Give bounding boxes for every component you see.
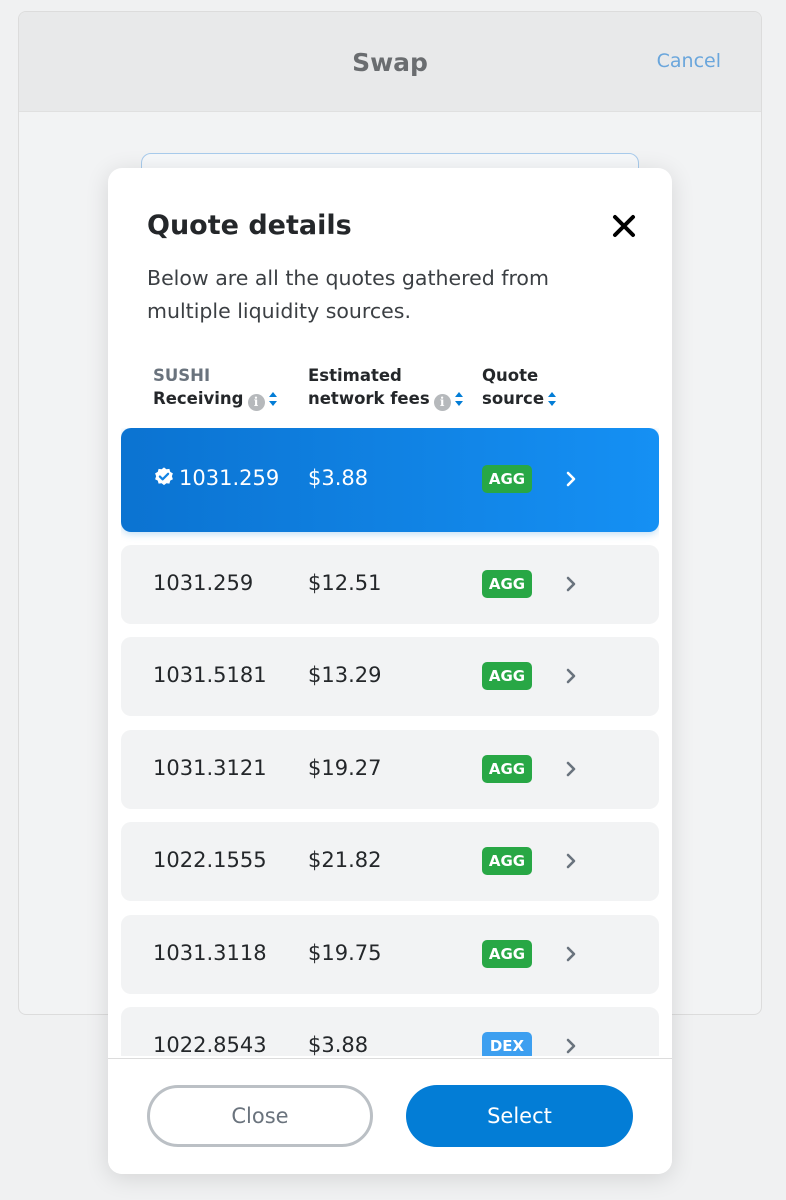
chevron-right-icon [566,946,576,962]
close-button[interactable]: Close [147,1085,373,1147]
cancel-link[interactable]: Cancel [657,50,721,72]
source-badge: AGG [482,755,532,783]
quote-row[interactable]: 1031.3121 $19.27 AGG [121,730,659,809]
source-label-line2: source [482,389,545,408]
sort-icon[interactable] [268,391,278,407]
quote-row[interactable]: 1031.259 $12.51 AGG [121,545,659,624]
receiving-value: 1031.259 [153,571,254,595]
fee-value: $19.27 [308,756,382,780]
source-label-line1: Quote [482,366,539,385]
quote-row[interactable]: 1031.5181 $13.29 AGG [121,637,659,716]
receiving-value: 1022.1555 [153,848,267,872]
quote-details-modal: Quote details Below are all the quotes g… [108,168,672,1174]
fee-value: $13.29 [308,663,382,687]
quote-list[interactable]: 1031.259 $3.88 AGG 1031.259 $12.51 AGG 1… [121,428,659,1056]
receiving-value: 1022.8543 [153,1033,267,1056]
fee-value: $3.88 [308,1033,369,1056]
receiving-label: Receiving [153,389,244,408]
receiving-value: 1031.5181 [153,663,267,687]
fee-value: $3.88 [308,466,369,490]
swap-header: Swap Cancel [19,12,761,112]
modal-footer: Close Select [108,1058,672,1174]
column-header-fees[interactable]: Estimated network fees i [308,364,464,411]
column-header-receiving[interactable]: SUSHI Receiving i [153,364,278,411]
receiving-amount: 1031.259 [153,466,279,490]
receiving-value: 1031.3118 [153,941,267,965]
info-icon[interactable]: i [247,394,265,411]
quote-row[interactable]: 1022.8543 $3.88 DEX [121,1007,659,1056]
sort-icon[interactable] [547,391,557,407]
sort-icon[interactable] [454,391,464,407]
chevron-right-icon [566,668,576,684]
modal-description: Below are all the quotes gathered from m… [147,266,549,323]
source-badge: AGG [482,847,532,875]
fees-label-line2: network fees [308,389,430,408]
receiving-token-label: SUSHI [153,366,211,385]
chevron-right-icon [566,576,576,592]
source-badge: AGG [482,940,532,968]
chevron-right-icon [566,471,576,487]
source-badge: AGG [482,662,532,690]
chevron-right-icon [566,1038,576,1054]
fee-value: $21.82 [308,848,382,872]
quote-row-selected[interactable]: 1031.259 $3.88 AGG [121,428,659,532]
modal-title: Quote details [147,210,352,241]
swap-title: Swap [352,48,428,77]
select-button[interactable]: Select [406,1085,633,1147]
close-icon[interactable] [610,212,638,240]
source-badge: AGG [482,570,532,598]
info-icon[interactable]: i [433,394,451,411]
chevron-right-icon [566,761,576,777]
quote-row[interactable]: 1031.3118 $19.75 AGG [121,915,659,994]
receiving-value: 1031.3121 [153,756,267,780]
column-header-source[interactable]: Quote source [482,364,557,410]
receiving-value: 1031.259 [179,466,280,490]
fees-label-line1: Estimated [308,366,402,385]
source-badge: AGG [482,465,532,493]
chevron-right-icon [566,853,576,869]
verified-check-icon [155,467,173,486]
fee-value: $19.75 [308,941,382,965]
source-badge: DEX [482,1032,532,1056]
quote-row[interactable]: 1022.1555 $21.82 AGG [121,822,659,901]
fee-value: $12.51 [308,571,382,595]
